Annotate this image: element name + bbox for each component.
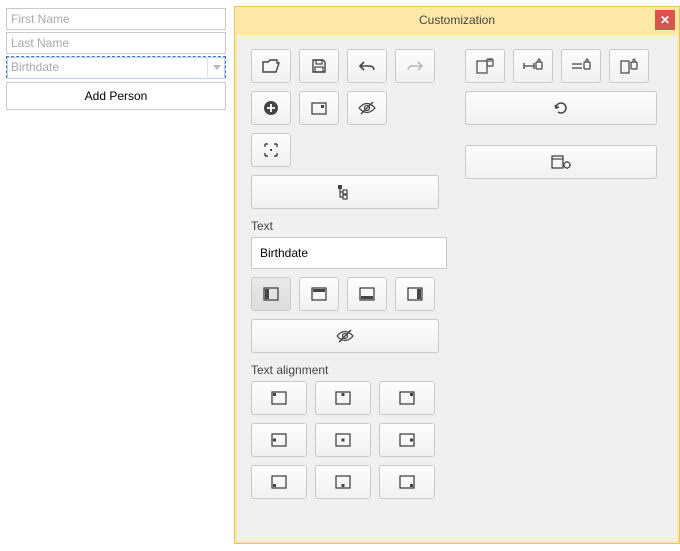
align-tr-button[interactable]	[379, 381, 435, 415]
align-row-1	[251, 381, 451, 415]
lock-size-button[interactable]	[465, 49, 505, 83]
align-tl-button[interactable]	[251, 381, 307, 415]
text-section-label: Text	[251, 219, 451, 233]
align-br-button[interactable]	[379, 465, 435, 499]
lock-width-button[interactable]	[513, 49, 553, 83]
folder-open-icon	[262, 59, 280, 73]
text-pos-right-button[interactable]	[395, 277, 435, 311]
lock-item-button[interactable]	[609, 49, 649, 83]
first-name-input[interactable]	[6, 8, 226, 30]
tabbed-group-icon	[311, 100, 327, 116]
birthdate-input[interactable]	[7, 57, 225, 79]
add-item-button[interactable]	[251, 91, 291, 125]
align-mc-icon	[335, 433, 351, 447]
panel-title-bar[interactable]: Customization ✕	[235, 7, 679, 33]
selection-row	[251, 133, 451, 167]
open-button[interactable]	[251, 49, 291, 83]
lock-size-icon	[476, 58, 494, 74]
text-pos-top-button[interactable]	[299, 277, 339, 311]
lock-width-icon	[523, 58, 543, 74]
align-tr-icon	[399, 391, 415, 405]
lock-height-icon	[571, 58, 591, 74]
undo-button[interactable]	[347, 49, 387, 83]
close-button[interactable]: ✕	[655, 10, 675, 30]
add-person-button[interactable]: Add Person	[6, 82, 226, 110]
align-mr-button[interactable]	[379, 423, 435, 457]
align-ml-button[interactable]	[251, 423, 307, 457]
align-bc-button[interactable]	[315, 465, 371, 499]
right-column	[465, 49, 665, 179]
save-icon	[311, 58, 327, 74]
close-icon: ✕	[660, 13, 670, 27]
settings-button[interactable]	[465, 145, 657, 179]
align-tl-icon	[271, 391, 287, 405]
text-input-wrap	[251, 237, 447, 269]
align-tc-icon	[335, 391, 351, 405]
last-name-row	[6, 32, 226, 54]
align-bl-button[interactable]	[251, 465, 307, 499]
crosshair-icon	[263, 142, 279, 158]
customization-panel: Customization ✕	[234, 6, 680, 544]
lock-item-icon	[620, 58, 638, 74]
panel-body: Text	[237, 35, 677, 541]
plus-circle-icon	[263, 100, 279, 116]
text-pos-left-icon	[263, 287, 279, 301]
left-column: Text	[251, 49, 451, 499]
tabbed-group-button[interactable]	[299, 91, 339, 125]
save-button[interactable]	[299, 49, 339, 83]
align-ml-icon	[271, 433, 287, 447]
eye-off-icon	[336, 329, 354, 343]
align-mr-icon	[399, 433, 415, 447]
align-mc-button[interactable]	[315, 423, 371, 457]
reset-layout-button[interactable]	[465, 91, 657, 125]
birthdate-dropdown-arrow[interactable]	[207, 57, 225, 79]
free-layout-button[interactable]	[251, 133, 291, 167]
person-form: Birthdate Add Person	[6, 8, 226, 110]
alignment-section-label: Text alignment	[251, 363, 451, 377]
hide-item-button[interactable]	[347, 91, 387, 125]
text-input[interactable]	[258, 245, 440, 261]
last-name-input[interactable]	[6, 32, 226, 54]
redo-button[interactable]	[395, 49, 435, 83]
settings-form-icon	[551, 154, 571, 170]
text-pos-bottom-button[interactable]	[347, 277, 387, 311]
eye-off-icon	[358, 101, 376, 115]
align-br-icon	[399, 475, 415, 489]
align-bl-icon	[271, 475, 287, 489]
text-pos-top-icon	[311, 287, 327, 301]
hide-text-button[interactable]	[251, 319, 439, 353]
first-name-row	[6, 8, 226, 30]
text-pos-bottom-icon	[359, 287, 375, 301]
text-pos-right-icon	[407, 287, 423, 301]
item-row	[251, 91, 451, 125]
panel-title: Customization	[419, 13, 495, 27]
redo-icon	[406, 59, 424, 73]
tree-icon	[337, 184, 353, 200]
file-history-row	[251, 49, 451, 83]
align-tc-button[interactable]	[315, 381, 371, 415]
align-bc-icon	[335, 475, 351, 489]
lock-height-button[interactable]	[561, 49, 601, 83]
tree-view-button[interactable]	[251, 175, 439, 209]
align-row-2	[251, 423, 451, 457]
text-pos-left-button[interactable]	[251, 277, 291, 311]
align-row-3	[251, 465, 451, 499]
reset-icon	[552, 100, 570, 116]
text-position-row	[251, 277, 451, 311]
undo-icon	[358, 59, 376, 73]
birthdate-row[interactable]: Birthdate	[6, 56, 226, 78]
lock-row	[465, 49, 665, 83]
